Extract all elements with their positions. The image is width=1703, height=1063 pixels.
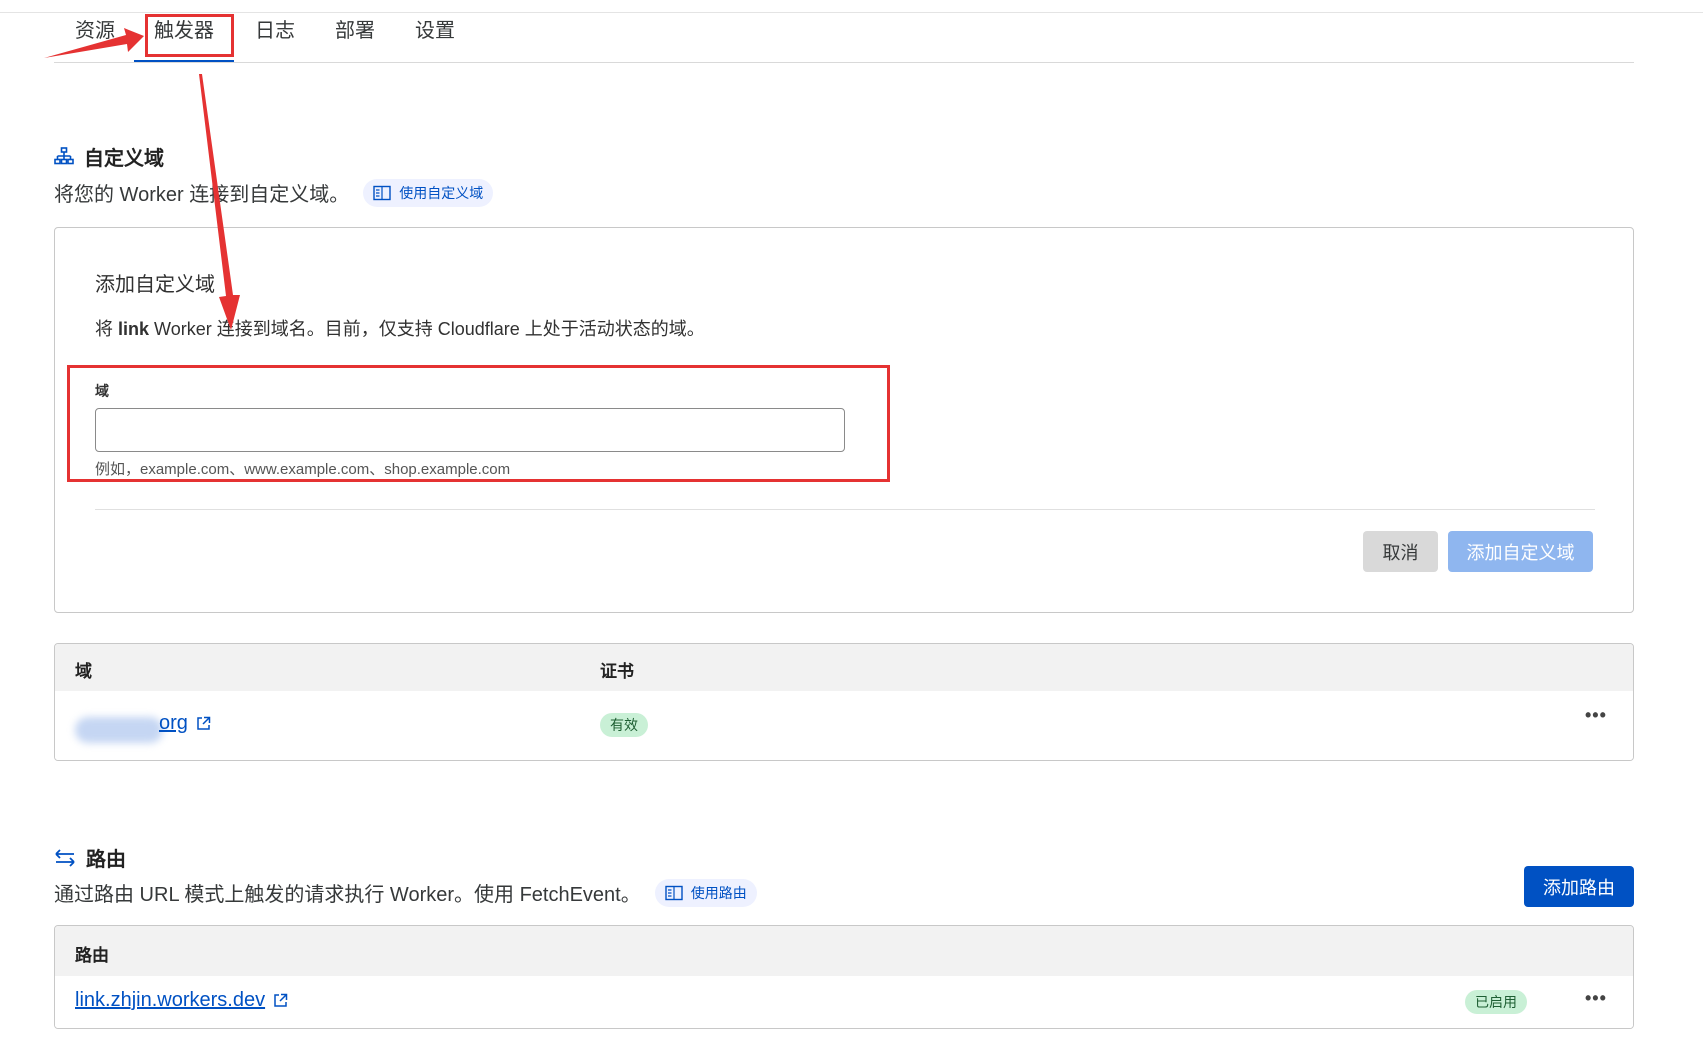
tab-logs[interactable]: 日志 xyxy=(252,13,298,62)
external-link-icon xyxy=(274,993,288,1007)
book-icon xyxy=(373,185,391,200)
tab-resources[interactable]: 资源 xyxy=(72,13,118,62)
routes-title: 路由 xyxy=(86,849,126,871)
routes-heading: 路由 xyxy=(54,843,126,872)
custom-domain-heading: 自定义域 xyxy=(54,142,164,171)
sitemap-icon xyxy=(54,146,74,164)
col-certificate: 证书 xyxy=(600,662,634,681)
routes-description-row: 通过路由 URL 模式上触发的请求执行 Worker。使用 FetchEvent… xyxy=(54,878,757,907)
routes-doc-link[interactable]: 使用路由 xyxy=(654,878,757,907)
redacted-domain-blur xyxy=(75,717,163,743)
route-status-badge: 已启用 xyxy=(1465,990,1527,1014)
annotation-box-triggers-tab xyxy=(145,14,234,57)
external-link-icon xyxy=(197,716,211,730)
table-row: link.zhjin.workers.dev 已启用 ••• xyxy=(55,976,1633,1028)
book-icon xyxy=(665,885,683,900)
custom-domain-title: 自定义域 xyxy=(84,148,164,170)
custom-domain-doc-link[interactable]: 使用自定义域 xyxy=(363,178,494,207)
swap-arrows-icon xyxy=(55,848,75,867)
routes-doc-label: 使用路由 xyxy=(690,884,747,901)
cancel-button[interactable]: 取消 xyxy=(1363,531,1438,572)
cert-status-badge: 有效 xyxy=(600,713,648,737)
route-link[interactable]: link.zhjin.workers.dev xyxy=(75,989,288,1012)
tab-bar: 资源 触发器 日志 部署 设置 xyxy=(54,13,1634,63)
add-custom-domain-title: 添加自定义域 xyxy=(95,274,215,296)
worker-name: link xyxy=(118,319,150,339)
col-route: 路由 xyxy=(75,946,109,965)
custom-domain-description: 将您的 Worker 连接到自定义域。 xyxy=(54,184,350,206)
routes-description: 通过路由 URL 模式上触发的请求执行 Worker。使用 FetchEvent… xyxy=(54,884,641,906)
domain-link[interactable]: org xyxy=(159,712,211,735)
custom-domain-table: 域 证书 org 有效 ••• xyxy=(54,643,1634,761)
card-divider xyxy=(95,509,1595,510)
routes-table-header: 路由 xyxy=(55,926,1633,976)
add-route-button[interactable]: 添加路由 xyxy=(1524,866,1634,907)
more-dots-icon[interactable]: ••• xyxy=(1585,988,1607,1009)
custom-domain-description-row: 将您的 Worker 连接到自定义域。 使用自定义域 xyxy=(54,178,494,207)
tab-deployments[interactable]: 部署 xyxy=(332,13,378,62)
routes-table: 路由 link.zhjin.workers.dev 已启用 ••• xyxy=(54,925,1634,1029)
custom-domain-table-header: 域 证书 xyxy=(55,644,1633,691)
tab-settings[interactable]: 设置 xyxy=(412,13,458,62)
col-domain: 域 xyxy=(75,662,92,681)
add-custom-domain-button[interactable]: 添加自定义域 xyxy=(1448,531,1593,572)
custom-domain-doc-label: 使用自定义域 xyxy=(399,184,484,201)
table-row: org 有效 ••• xyxy=(55,691,1633,760)
more-dots-icon[interactable]: ••• xyxy=(1585,705,1607,726)
add-custom-domain-description: 将 link Worker 连接到域名。目前，仅支持 Cloudflare 上处… xyxy=(95,319,705,339)
annotation-box-domain-field xyxy=(67,365,890,482)
